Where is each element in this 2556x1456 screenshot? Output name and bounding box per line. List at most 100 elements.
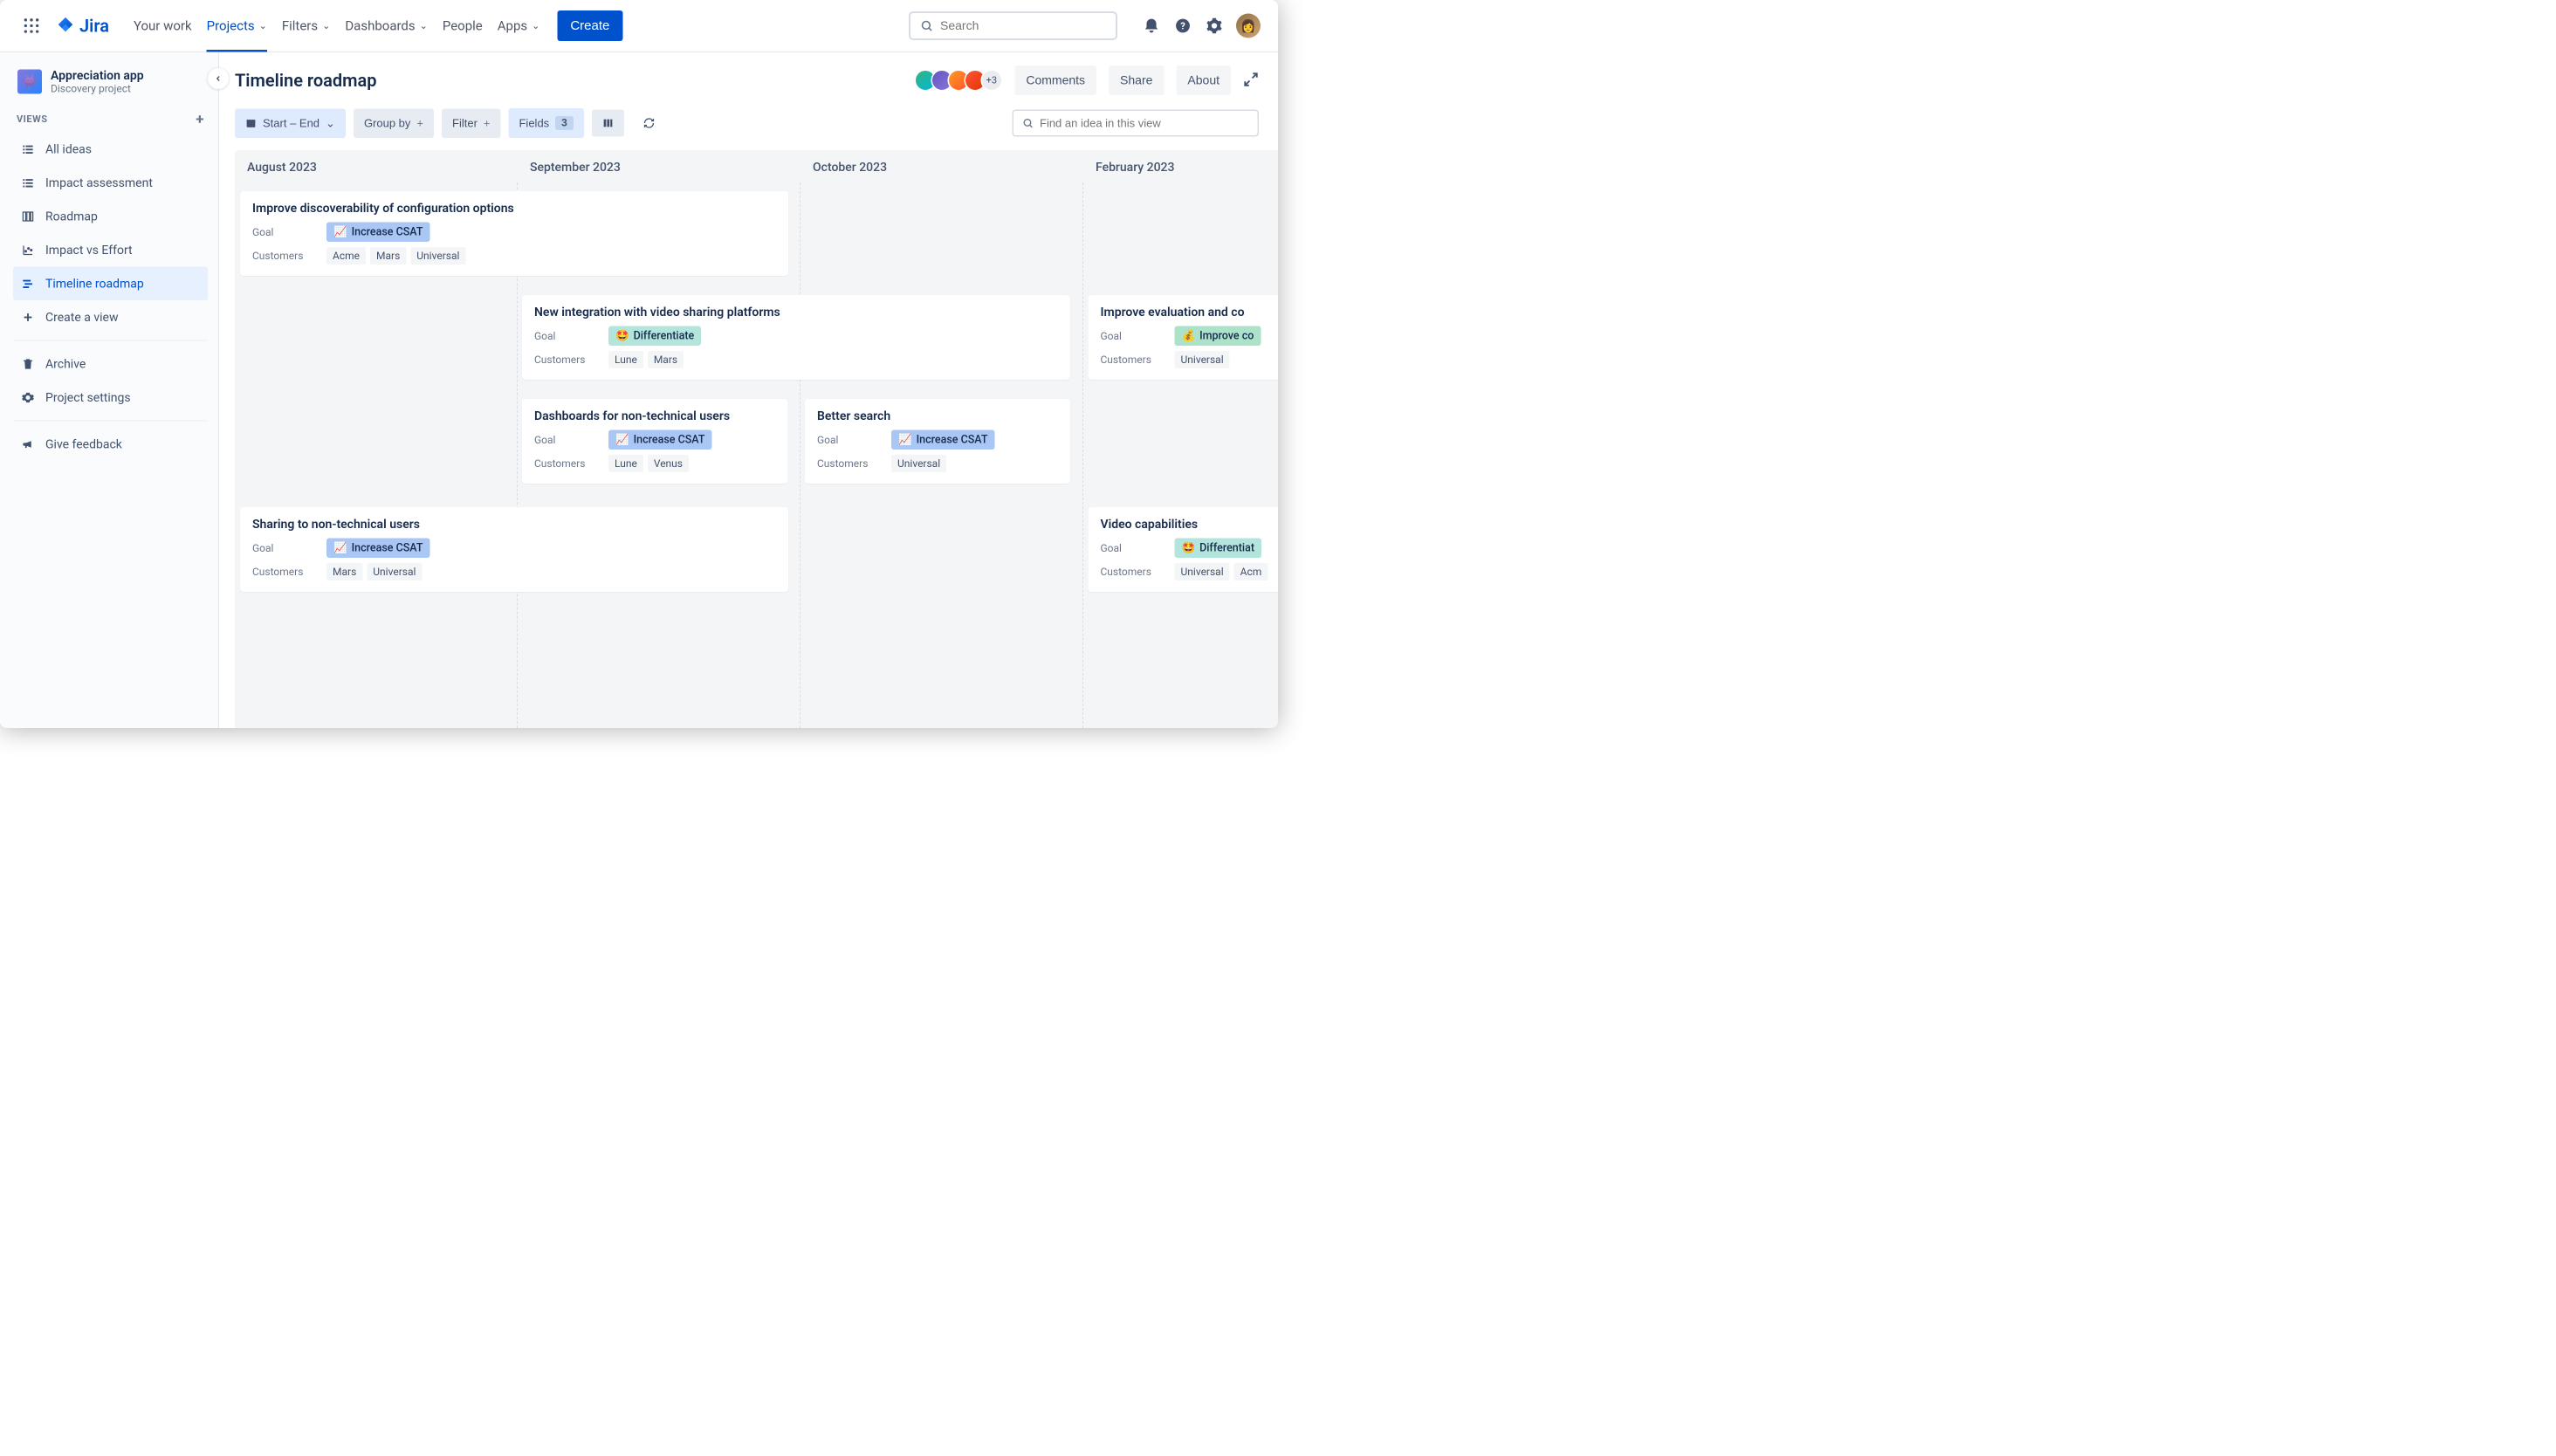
chevron-down-icon: ⌄	[322, 20, 330, 31]
goal-tag: 💰Improve co	[1175, 326, 1261, 347]
card-title: Video capabilities	[1101, 517, 1279, 532]
timeline-cards-area[interactable]: Improve discoverability of configuration…	[235, 182, 1278, 728]
search-box[interactable]	[909, 11, 1117, 40]
goal-tag: 📈Increase CSAT	[326, 539, 429, 559]
card-title: Dashboards for non-technical users	[534, 409, 776, 423]
card-title: New integration with video sharing platf…	[534, 305, 1058, 319]
sidebar-item-impact-vs-effort[interactable]: Impact vs Effort	[13, 233, 208, 267]
search-input[interactable]	[940, 19, 1106, 33]
collapse-sidebar-button[interactable]	[208, 68, 229, 89]
page-title: Timeline roadmap	[235, 70, 377, 91]
svg-text:?: ?	[1180, 20, 1185, 31]
about-button[interactable]: About	[1176, 65, 1231, 95]
column-settings-button[interactable]	[592, 110, 624, 137]
add-view-icon[interactable]: +	[196, 111, 204, 128]
field-label-goal: Goal	[534, 330, 608, 342]
date-range-button[interactable]: Start – End ⌄	[235, 108, 346, 138]
customer-tag: Mars	[326, 563, 362, 580]
refresh-icon	[642, 117, 656, 130]
nav-filters[interactable]: Filters⌄	[282, 0, 330, 52]
field-label-customers: Customers	[534, 457, 608, 470]
find-idea-box[interactable]	[1013, 110, 1260, 137]
idea-card[interactable]: Dashboards for non-technical usersGoal📈I…	[522, 399, 788, 484]
goal-tag: 🤩Differentiat	[1175, 539, 1262, 559]
card-title: Improve evaluation and co	[1101, 305, 1279, 319]
idea-card[interactable]: Video capabilitiesGoal🤩DifferentiatCusto…	[1089, 507, 1279, 592]
idea-card[interactable]: Better searchGoal📈Increase CSATCustomers…	[805, 399, 1070, 484]
settings-icon[interactable]	[1205, 17, 1224, 36]
find-idea-input[interactable]	[1040, 116, 1249, 130]
jira-logo[interactable]: Jira	[56, 16, 109, 37]
project-header[interactable]: 👾 Appreciation app Discovery project	[13, 68, 208, 95]
customer-tag: Universal	[410, 247, 465, 264]
nav-projects[interactable]: Projects⌄	[207, 0, 267, 52]
share-button[interactable]: Share	[1109, 65, 1164, 95]
group-by-button[interactable]: Group by+	[354, 108, 434, 138]
search-icon	[920, 19, 933, 32]
app-switcher-icon[interactable]	[21, 16, 42, 37]
fields-button[interactable]: Fields3	[508, 108, 583, 138]
goal-tag: 🤩Differentiate	[608, 326, 701, 347]
customer-tag: Universal	[367, 563, 422, 580]
filter-button[interactable]: Filter+	[442, 108, 500, 138]
customer-tag: Acme	[326, 247, 366, 264]
goal-tag: 📈Increase CSAT	[891, 430, 994, 450]
avatars-more-count[interactable]: +3	[980, 70, 1002, 92]
idea-card[interactable]: New integration with video sharing platf…	[522, 295, 1070, 380]
field-label-goal: Goal	[252, 542, 326, 554]
goal-tag: 📈Increase CSAT	[326, 223, 429, 243]
sidebar-item-all-ideas[interactable]: All ideas	[13, 133, 208, 167]
timeline-header: August 2023September 2023October 2023Feb…	[235, 150, 1278, 182]
field-label-goal: Goal	[817, 434, 891, 446]
project-type: Discovery project	[51, 83, 144, 95]
chevron-down-icon: ⌄	[326, 116, 335, 130]
sidebar-item-timeline-roadmap[interactable]: Timeline roadmap	[13, 267, 208, 301]
sidebar-item-impact-assessment[interactable]: Impact assessment	[13, 166, 208, 200]
comments-button[interactable]: Comments	[1014, 65, 1096, 95]
field-label-customers: Customers	[1101, 354, 1175, 366]
refresh-button[interactable]	[632, 109, 666, 138]
view-toolbar: Start – End ⌄ Group by+ Filter+ Fields3	[235, 108, 1278, 138]
sidebar-archive[interactable]: Archive	[13, 347, 208, 381]
calendar-icon	[245, 118, 257, 129]
profile-avatar[interactable]: 👩	[1236, 14, 1261, 38]
month-label: August 2023	[235, 150, 518, 175]
chevron-down-icon: ⌄	[420, 20, 428, 31]
top-nav: Jira Your work Projects⌄ Filters⌄ Dashboard…	[0, 0, 1278, 52]
goal-tag: 📈Increase CSAT	[608, 430, 711, 450]
field-label-customers: Customers	[252, 250, 326, 262]
idea-card[interactable]: Improve discoverability of configuration…	[240, 191, 788, 276]
sidebar-item-create-a-view[interactable]: Create a view	[13, 300, 208, 334]
help-icon[interactable]: ?	[1173, 17, 1192, 36]
notifications-icon[interactable]	[1142, 17, 1161, 36]
sidebar-give-feedback[interactable]: Give feedback	[13, 428, 208, 462]
month-label: October 2023	[800, 150, 1083, 175]
idea-card[interactable]: Sharing to non-technical usersGoal📈Incre…	[240, 507, 788, 592]
gear-icon	[21, 390, 35, 404]
nav-dashboards[interactable]: Dashboards⌄	[345, 0, 428, 52]
nav-your-work[interactable]: Your work	[134, 0, 192, 52]
logo-text: Jira	[79, 16, 109, 37]
sidebar-item-roadmap[interactable]: Roadmap	[13, 200, 208, 234]
nav-apps[interactable]: Apps⌄	[498, 0, 540, 52]
board-icon	[21, 209, 35, 223]
create-button[interactable]: Create	[557, 10, 622, 41]
collaborator-avatars[interactable]: +3	[914, 70, 1002, 92]
customer-tag: Mars	[370, 247, 406, 264]
idea-card[interactable]: Improve evaluation and co Goal💰Improve co…	[1089, 295, 1279, 380]
main-content: Timeline roadmap +3 Comments Share About	[219, 52, 1278, 728]
fullscreen-icon[interactable]	[1243, 72, 1259, 89]
project-icon: 👾	[17, 69, 42, 93]
nav-people[interactable]: People	[443, 0, 483, 52]
chevron-down-icon: ⌄	[259, 20, 267, 31]
customer-tag: Lune	[608, 455, 643, 472]
field-label-customers: Customers	[252, 566, 326, 578]
sidebar: 👾 Appreciation app Discovery project VIE…	[0, 52, 219, 728]
field-label-customers: Customers	[534, 354, 608, 366]
project-name: Appreciation app	[51, 68, 144, 83]
sidebar-project-settings[interactable]: Project settings	[13, 381, 208, 415]
month-label: September 2023	[518, 150, 800, 175]
chevron-down-icon: ⌄	[532, 20, 539, 31]
field-label-goal: Goal	[1101, 330, 1175, 342]
customer-tag: Universal	[1175, 563, 1230, 580]
